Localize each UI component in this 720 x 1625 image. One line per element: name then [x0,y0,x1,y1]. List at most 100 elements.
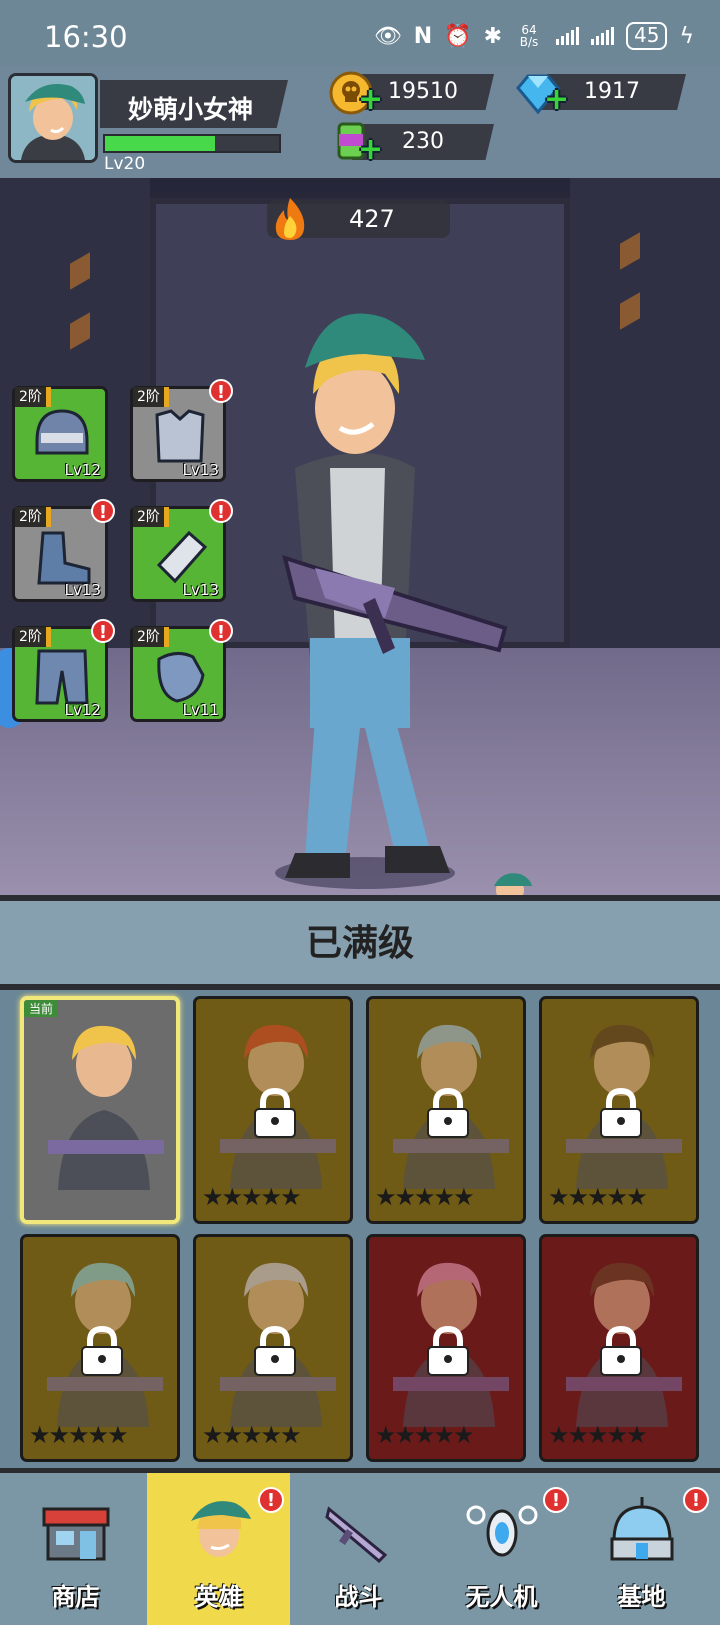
equip-tier: 2阶 [133,507,169,527]
current-tag: 当前 [24,1000,59,1017]
alert-badge-icon: ! [209,379,233,403]
equip-level: Lv11 [182,701,219,719]
lock-icon [427,1087,469,1138]
equip-tier: 2阶 [15,627,51,647]
alarm-icon: ⏰ [444,23,472,49]
player-name: 妙萌小女神 [100,80,288,128]
hero-portrait-icon [48,1025,164,1190]
player-avatar[interactable] [8,73,98,163]
bottom-nav: 商店 英雄! 战斗 无人机! 基地! [0,1468,720,1625]
hero-character[interactable] [255,298,535,895]
star-rating-icon: ★★★★★ [29,1421,129,1449]
flame-icon [275,198,305,240]
equip-slot-pants[interactable]: 2阶 Lv12! [12,619,115,722]
hero-scene: 427 2阶 Lv12 2阶 Lv13! 2阶 Lv13! 2阶 Lv13! 2阶 Lv12! 2阶… [0,178,720,895]
nav-tab-shop[interactable]: 商店 [4,1473,147,1625]
app-root: 16:30 👁 N ⏰ ✱ 64 B/s 45 ϟ 妙萌小女神 Lv20 195… [0,0,720,1625]
signal-icon-2 [591,27,615,45]
hero-roster: 当前 ★★★★★ ★★★★★ ★★★★★ ★★★★★ ★★★★★ ★★★★★ ★★★★★ [0,990,720,1470]
hero-card-current[interactable]: 当前 [20,996,180,1224]
base-icon [610,1497,674,1561]
eye-icon: 👁 [373,23,402,49]
rifle-icon [325,1506,388,1564]
equip-slot-bracer[interactable]: 2阶 Lv13! [130,499,233,602]
lock-icon [254,1087,296,1138]
status-time: 16:30 [44,20,128,54]
status-icons: 👁 N ⏰ ✱ 64 B/s 45 ϟ [374,22,694,50]
signal-icon [556,27,580,45]
xp-bar-fill [105,136,215,151]
nav-label: 商店 [51,1583,100,1611]
add-cans-button[interactable]: + [358,132,383,167]
equip-tier: 2阶 [15,507,51,527]
lock-icon [427,1325,469,1376]
hero-card-locked[interactable]: ★★★★★ [539,1234,699,1462]
drone-icon [466,1505,538,1557]
star-rating-icon: ★★★★★ [202,1183,302,1211]
nav-tab-drone[interactable]: 无人机! [430,1473,573,1625]
alert-badge-icon: ! [209,619,233,643]
alert-badge-icon: ! [91,619,115,643]
equip-level: Lv12 [64,701,101,719]
bracer-icon [156,530,208,584]
alert-badge-icon: ! [543,1487,569,1513]
hero-card-locked[interactable]: ★★★★★ [539,996,699,1224]
equip-level: Lv13 [182,461,219,479]
star-rating-icon: ★★★★★ [375,1421,475,1449]
equip-tier: 2阶 [15,387,51,407]
max-level-banner[interactable]: 已满级 [0,895,720,990]
star-rating-icon: ★★★★★ [548,1421,648,1449]
armor-icon [155,409,205,463]
lock-icon [600,1087,642,1138]
alert-badge-icon: ! [683,1487,709,1513]
add-coins-button[interactable]: + [358,82,383,117]
equip-slot-armor[interactable]: 2阶 Lv13! [130,379,233,482]
avatar-face-icon [11,76,95,160]
alert-badge-icon: ! [91,499,115,523]
equip-slot-gloves[interactable]: 2阶 Lv11! [130,619,233,722]
equip-slot-boots[interactable]: 2阶 Lv13! [12,499,115,602]
nav-label: 英雄 [194,1583,243,1611]
net-speed: 64 B/s [519,23,539,49]
hero-card-locked[interactable]: ★★★★★ [193,1234,353,1462]
nav-tab-base[interactable]: 基地! [570,1473,713,1625]
nfc-icon: N [413,23,433,49]
profile-bar: 妙萌小女神 Lv20 19510 + 1917 + 230 + [0,66,720,178]
pants-icon [35,649,89,705]
lock-icon [81,1325,123,1376]
boots-icon [37,531,91,585]
hero-card-locked[interactable]: ★★★★★ [366,1234,526,1462]
lock-icon [254,1325,296,1376]
hero-card-locked[interactable]: ★★★★★ [20,1234,180,1462]
hero-card-locked[interactable]: ★★★★★ [193,996,353,1224]
equip-level: Lv13 [182,581,219,599]
helmet-icon [35,409,89,455]
battery-level: 45 [626,22,668,50]
equip-level: Lv13 [64,581,101,599]
shop-icon [42,1507,110,1561]
alert-badge-icon: ! [258,1487,284,1513]
equip-level: Lv12 [64,461,101,479]
star-rating-icon: ★★★★★ [375,1183,475,1211]
equip-tier: 2阶 [133,627,169,647]
nav-tab-rifle[interactable]: 战斗 [287,1473,430,1625]
nav-label: 战斗 [334,1583,383,1611]
equip-slot-helmet[interactable]: 2阶 Lv12 [12,386,108,482]
nav-label: 基地 [617,1583,666,1611]
player-level: Lv20 [104,154,146,174]
charging-icon: ϟ [679,23,694,49]
mini-hero-icon [494,873,532,895]
add-diamonds-button[interactable]: + [544,82,569,117]
alert-badge-icon: ! [209,499,233,523]
star-rating-icon: ★★★★★ [548,1183,648,1211]
star-rating-icon: ★★★★★ [202,1421,302,1449]
nav-label: 无人机 [465,1583,538,1611]
lock-icon [600,1325,642,1376]
equip-tier: 2阶 [133,387,169,407]
nav-tab-hero[interactable]: 英雄! [147,1473,290,1625]
bluetooth-icon: ✱ [483,23,503,49]
corridor-wall-right [570,178,720,698]
xp-bar [103,134,281,153]
hero-card-locked[interactable]: ★★★★★ [366,996,526,1224]
hero-icon [191,1501,251,1557]
